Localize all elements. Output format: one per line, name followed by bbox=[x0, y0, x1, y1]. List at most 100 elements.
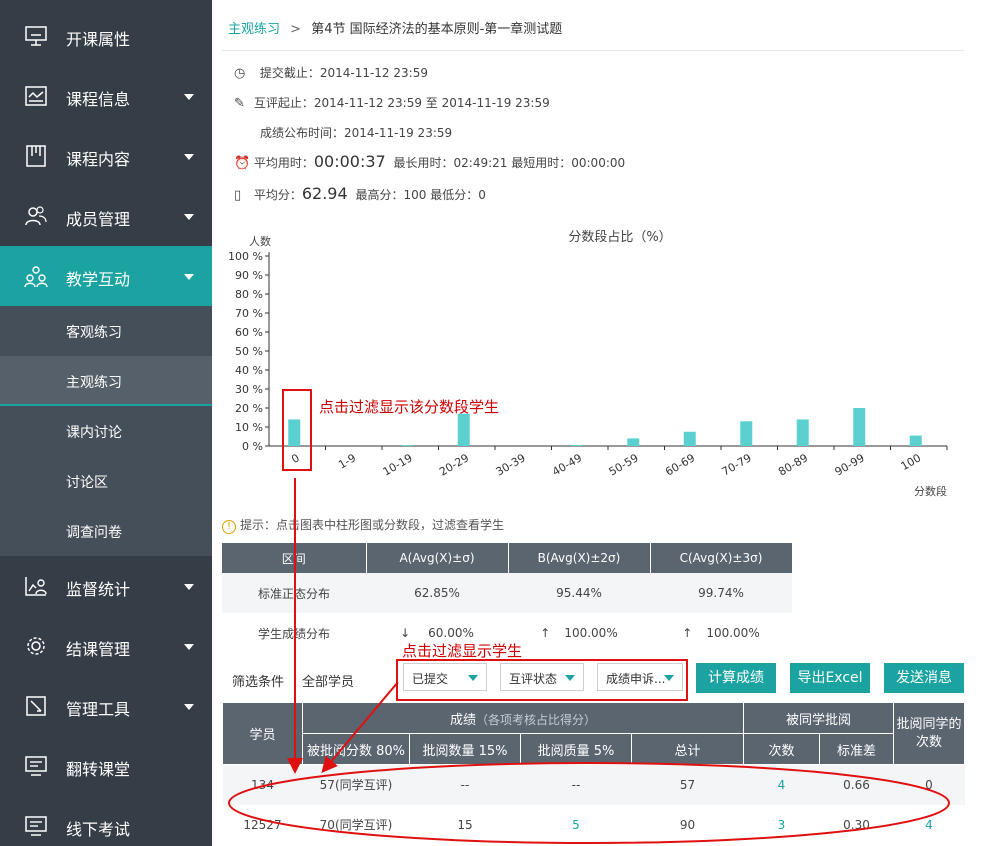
dist-cell: 62.85% bbox=[366, 573, 508, 613]
chart-bar[interactable] bbox=[457, 413, 470, 446]
chart-y-tick-label: 20 % bbox=[235, 402, 263, 415]
sidebar-item-label: 开课属性 bbox=[66, 30, 131, 49]
cell-student: 12527 bbox=[222, 804, 303, 845]
pen-icon: ✎ bbox=[234, 96, 245, 111]
chart-bar[interactable] bbox=[627, 438, 640, 446]
chart-bar[interactable] bbox=[683, 431, 696, 446]
sidebar-subitem-objective-practice[interactable]: 客观练习 bbox=[0, 306, 212, 356]
cell-review-quality-link[interactable]: 5 bbox=[520, 804, 632, 845]
review-status-select[interactable]: 互评状态 bbox=[500, 663, 584, 691]
chart-bar[interactable] bbox=[288, 419, 301, 446]
chart-y-tick-label: 40 % bbox=[235, 364, 263, 377]
cell-times-link[interactable]: 3 bbox=[743, 804, 820, 845]
submit-deadline-row: ◷ 提交截止：2014-11-12 23:59 bbox=[234, 64, 428, 81]
dist-value: 100.00% bbox=[564, 626, 618, 640]
stats-icon bbox=[25, 577, 47, 596]
sidebar-subitem-label: 客观练习 bbox=[66, 325, 122, 341]
sidebar-item-label: 结课管理 bbox=[66, 640, 131, 659]
chart-bar[interactable] bbox=[401, 445, 414, 446]
sidebar-item-offline-exam[interactable]: 线下考试 bbox=[0, 796, 212, 846]
filter-scope[interactable]: 全部学员 bbox=[302, 671, 354, 690]
export-excel-button[interactable]: 导出Excel bbox=[790, 663, 870, 693]
chevron-down-icon bbox=[184, 154, 194, 160]
chart-x-tick-label[interactable]: 80-89 bbox=[776, 451, 810, 478]
sidebar-item-teaching-interaction[interactable]: 教学互动 bbox=[0, 246, 212, 306]
header-reviewed-score: 被批阅分数 80% bbox=[302, 733, 410, 765]
sidebar-subitem-survey[interactable]: 调查问卷 bbox=[0, 506, 212, 556]
sidebar-item-label: 教学互动 bbox=[66, 270, 131, 289]
score-stats-row: ▯ 平均分：62.94 最高分：100 最低分：0 bbox=[234, 184, 486, 203]
screen-icon bbox=[25, 756, 47, 776]
sidebar-item-label: 课程内容 bbox=[66, 150, 131, 169]
sidebar-item-course-info[interactable]: 课程信息 bbox=[0, 66, 212, 126]
sidebar-item-label: 成员管理 bbox=[66, 210, 131, 229]
chart-x-tick-label[interactable]: 50-59 bbox=[607, 451, 641, 478]
sidebar-item-course-content[interactable]: 课程内容 bbox=[0, 126, 212, 186]
sidebar-subitem-class-discussion[interactable]: 课内讨论 bbox=[0, 406, 212, 456]
score-distribution-chart[interactable]: 分数段占比（%） 人数分数段 0 % 10 % 20 % 30 % 40 % 50 % 60 %… bbox=[212, 226, 957, 506]
chart-x-tick-label[interactable]: 10-19 bbox=[381, 451, 415, 478]
chart-bar[interactable] bbox=[853, 408, 866, 446]
sidebar-item-course-attributes[interactable]: 开课属性 bbox=[0, 6, 212, 66]
chart-title: 分数段占比（%） bbox=[568, 230, 671, 245]
sidebar-item-supervision-stats[interactable]: 监督统计 bbox=[0, 556, 212, 616]
chart-x-tick-label[interactable]: 0 bbox=[289, 451, 302, 466]
sidebar-subitem-subjective-practice[interactable]: 主观练习 bbox=[0, 356, 212, 406]
sidebar-item-management-tools[interactable]: 管理工具 bbox=[0, 676, 212, 736]
sidebar-subitem-label: 课内讨论 bbox=[66, 425, 122, 441]
cell-stddev: 0.66 bbox=[819, 764, 894, 805]
sidebar-item-label: 监督统计 bbox=[66, 580, 131, 599]
dist-row-label: 标准正态分布 bbox=[222, 573, 366, 613]
calculate-score-button[interactable]: 计算成绩 bbox=[696, 663, 776, 693]
header-reviewed-group: 被同学批阅 bbox=[743, 702, 894, 734]
chart-bar[interactable] bbox=[796, 419, 809, 446]
avg-score-label: 平均分： bbox=[253, 188, 302, 202]
chart-y-tick-label: 30 % bbox=[235, 383, 263, 396]
chart-y-tick-label: 50 % bbox=[235, 345, 263, 358]
submit-deadline: 提交截止：2014-11-12 23:59 bbox=[259, 66, 428, 80]
chart-x-tick-label[interactable]: 60-69 bbox=[663, 451, 697, 478]
arrow-up-icon: ↑ bbox=[682, 626, 693, 640]
sidebar: 开课属性 课程信息 课程内容 成员管理 教学互动 客观练习 主观练习 课内讨论 … bbox=[0, 0, 212, 846]
dist-value: 100.00% bbox=[706, 626, 760, 640]
chart-x-tick-label[interactable]: 20-29 bbox=[437, 451, 471, 478]
dist-cell: ↑ 100.00% bbox=[508, 613, 650, 653]
chart-x-tick-label[interactable]: 70-79 bbox=[720, 451, 754, 478]
chart-x-tick-label[interactable]: 30-39 bbox=[494, 451, 528, 478]
sidebar-item-course-closing[interactable]: 结课管理 bbox=[0, 616, 212, 676]
chart-x-tick-label[interactable]: 100 bbox=[899, 451, 924, 473]
appeal-select[interactable]: 成绩申诉... bbox=[597, 663, 683, 691]
avg-time-label: 平均用时： bbox=[253, 156, 314, 170]
dist-row-label: 学生成绩分布 bbox=[222, 613, 366, 653]
send-message-button[interactable]: 发送消息 bbox=[884, 663, 964, 693]
dist-cell: 99.74% bbox=[650, 573, 792, 613]
chevron-down-icon bbox=[184, 214, 194, 220]
table-row: 134 57(同学互评) -- -- 57 4 0.66 0 bbox=[222, 764, 965, 805]
submitted-select[interactable]: 已提交 bbox=[403, 663, 487, 691]
chart-y-tick-label: 70 % bbox=[235, 307, 263, 320]
chart-x-tick-label[interactable]: 90-99 bbox=[833, 451, 867, 478]
cell-times-link[interactable]: 4 bbox=[743, 764, 820, 805]
book-icon bbox=[26, 145, 46, 167]
cell-review-count: -- bbox=[409, 764, 521, 805]
breadcrumb-current: 第4节 国际经济法的基本原则-第一章测试题 bbox=[311, 22, 563, 37]
avg-score-value: 62.94 bbox=[301, 184, 348, 203]
chart-bar[interactable] bbox=[570, 445, 583, 446]
chevron-down-icon bbox=[565, 675, 575, 681]
chart-x-tick-label[interactable]: 1-9 bbox=[336, 451, 358, 471]
header-student: 学员 bbox=[222, 702, 303, 765]
members-icon bbox=[25, 206, 47, 226]
sidebar-item-members[interactable]: 成员管理 bbox=[0, 186, 212, 246]
sidebar-item-flipped-classroom[interactable]: 翻转课堂 bbox=[0, 736, 212, 796]
cell-review-others-link[interactable]: 4 bbox=[893, 804, 965, 845]
sidebar-subitem-forum[interactable]: 讨论区 bbox=[0, 456, 212, 506]
chart-bar[interactable] bbox=[740, 421, 753, 446]
chart-bar[interactable] bbox=[909, 435, 922, 446]
header-review-quality: 批阅质量 5% bbox=[520, 733, 632, 765]
chart-xlabel: 分数段 bbox=[914, 484, 947, 498]
cell-review-count: 15 bbox=[409, 804, 521, 845]
breadcrumb-link[interactable]: 主观练习 bbox=[228, 22, 280, 37]
chart-x-tick-label[interactable]: 40-49 bbox=[550, 451, 584, 478]
publish-time: 成绩公布时间：2014-11-19 23:59 bbox=[260, 126, 453, 140]
divider bbox=[222, 50, 964, 51]
